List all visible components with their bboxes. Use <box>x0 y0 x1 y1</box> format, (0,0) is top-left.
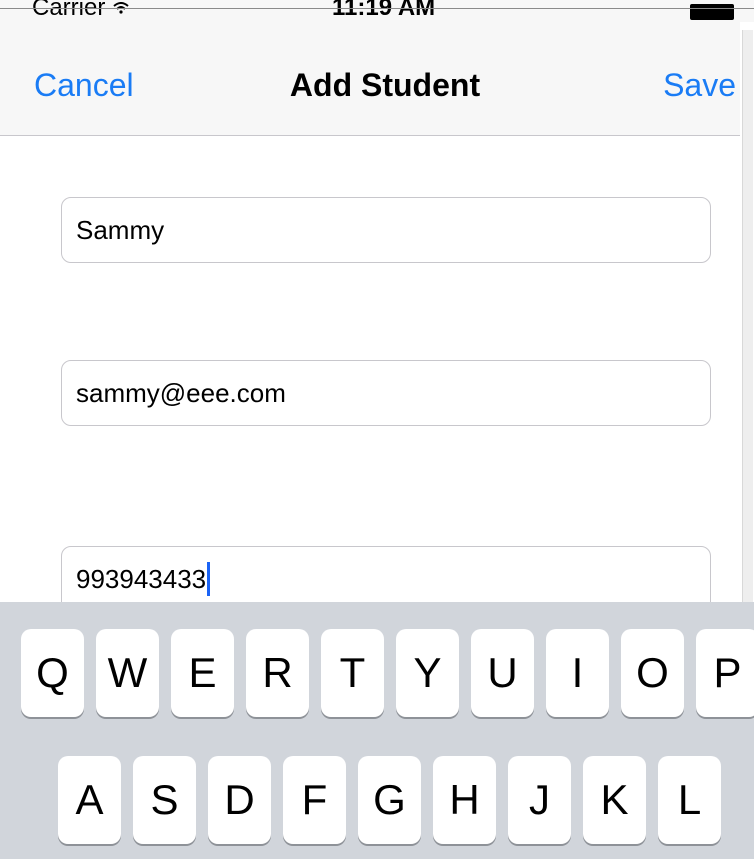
key-i[interactable]: I <box>546 629 609 717</box>
key-j[interactable]: J <box>508 756 571 844</box>
keyboard: Q W E R T Y U I O P A S D F G H J K L <box>0 602 754 859</box>
status-time: 11:19 AM <box>332 0 436 21</box>
battery-icon <box>690 4 734 20</box>
key-r[interactable]: R <box>246 629 309 717</box>
name-field[interactable]: Sammy <box>61 197 711 263</box>
key-q[interactable]: Q <box>21 629 84 717</box>
key-e[interactable]: E <box>171 629 234 717</box>
key-o[interactable]: O <box>621 629 684 717</box>
carrier-indicator: Carrier <box>32 0 129 22</box>
email-field-value: sammy@eee.com <box>76 378 286 408</box>
key-d[interactable]: D <box>208 756 271 844</box>
status-divider <box>0 8 754 9</box>
key-y[interactable]: Y <box>396 629 459 717</box>
key-g[interactable]: G <box>358 756 421 844</box>
email-field[interactable]: sammy@eee.com <box>61 360 711 426</box>
name-field-value: Sammy <box>76 215 165 245</box>
key-w[interactable]: W <box>96 629 159 717</box>
key-k[interactable]: K <box>583 756 646 844</box>
text-cursor <box>207 562 211 596</box>
save-button[interactable]: Save <box>663 67 736 103</box>
key-a[interactable]: A <box>58 756 121 844</box>
carrier-label: Carrier <box>32 0 106 21</box>
key-f[interactable]: F <box>283 756 346 844</box>
status-bar: Carrier 11:19 AM <box>0 0 754 22</box>
app-screen: Carrier 11:19 AM Add Student Cancel Save… <box>0 0 754 859</box>
navigation-bar: Add Student Cancel Save <box>0 22 740 136</box>
key-p[interactable]: P <box>696 629 754 717</box>
cancel-button[interactable]: Cancel <box>34 67 134 103</box>
key-h[interactable]: H <box>433 756 496 844</box>
key-s[interactable]: S <box>133 756 196 844</box>
key-t[interactable]: T <box>321 629 384 717</box>
key-l[interactable]: L <box>658 756 721 844</box>
key-u[interactable]: U <box>471 629 534 717</box>
